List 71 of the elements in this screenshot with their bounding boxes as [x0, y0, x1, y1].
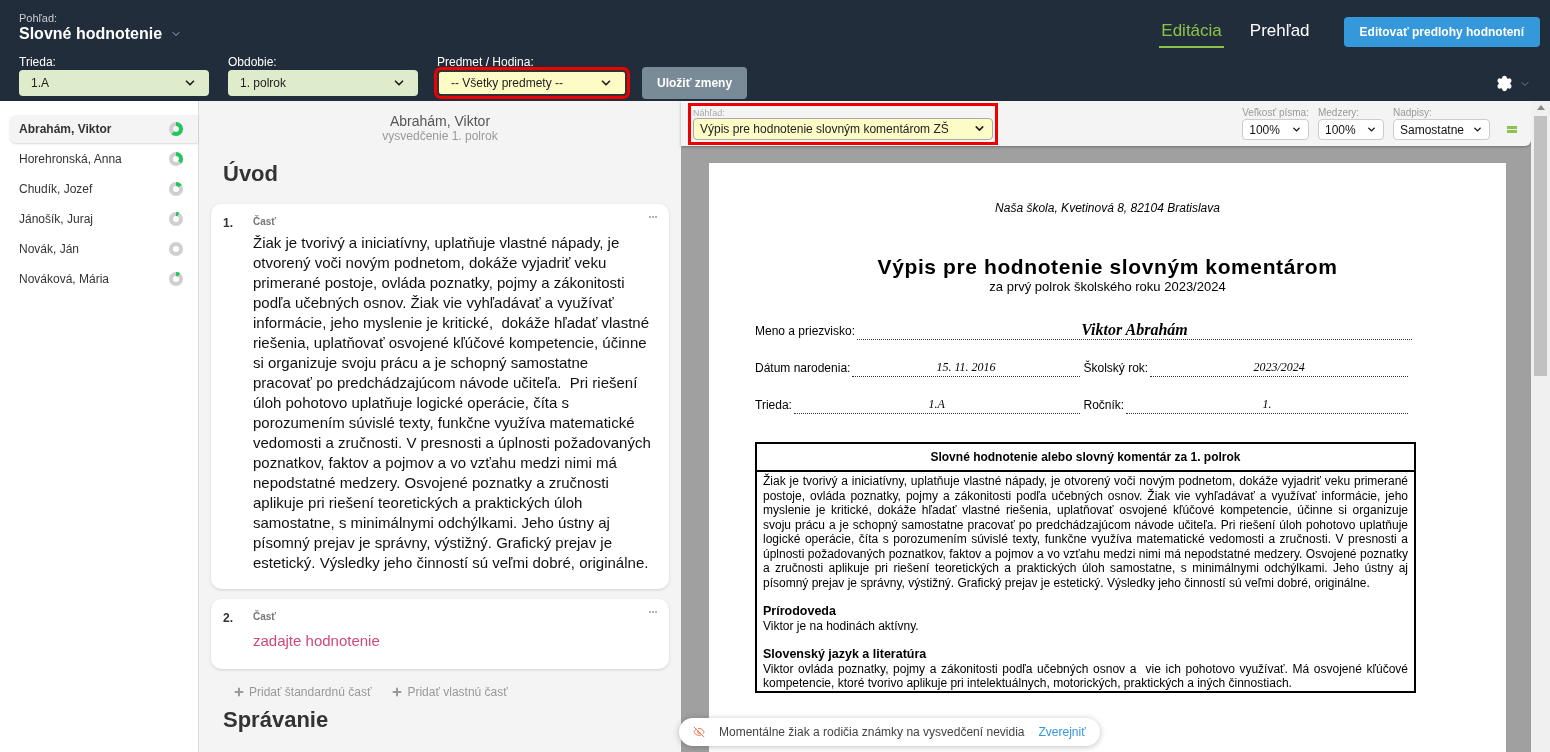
field-value: 2023/2024 [1150, 358, 1408, 377]
student-item[interactable]: Horehronská, Anna [10, 145, 198, 173]
field-label: Meno a priezvisko: [755, 323, 856, 340]
view-tab[interactable]: Prehľad [1247, 15, 1312, 48]
section-heading: Úvod [223, 160, 278, 188]
scrollbar-thumb[interactable] [1534, 116, 1547, 376]
option-label: Nadpisy: [1392, 107, 1433, 119]
progress-ring-icon [169, 152, 183, 166]
subject-heading: Slovenský jazyk a literatúra [763, 647, 928, 662]
chevron-icon [1472, 124, 1483, 135]
filter-label: Trieda: [19, 54, 57, 70]
field-label: Dátum narodenia: [755, 360, 851, 377]
plus-icon [391, 685, 404, 698]
field-value: 1. [1126, 395, 1408, 414]
filter-select[interactable]: 1. polrok [228, 70, 418, 96]
part-placeholder[interactable]: zadajte hodnotenie [253, 630, 657, 653]
school-address: Naša škola, Kvetinová 8, 82104 Bratislava [995, 200, 1220, 217]
student-name: Abrahám, Viktor [389, 113, 491, 129]
document-subtitle: za prvý polrok školského roku 2023/2024 [989, 279, 1226, 295]
student-item[interactable]: Jánošík, Juraj [10, 205, 198, 233]
subject-evaluation: Viktor ovláda poznatky, pojmy a zákonitosti podľa učebných osnov a vie ich pohotovo využívať. Má osvojené kľúčové kompetencie, ktoré tvorivo aplikuje pri intelektuálnych, motorických, praktických a iných činnostiach. [763, 661, 1408, 691]
option-label: Medzery: [1317, 107, 1361, 119]
field-label: Školský rok: [1083, 359, 1149, 377]
plus-icon [233, 685, 245, 698]
drag-handle-icon[interactable] [1507, 126, 1517, 133]
student-item[interactable]: Abrahám, Viktor [10, 115, 198, 143]
option-select[interactable]: 100% [1317, 119, 1384, 140]
eye-off-icon [693, 726, 705, 738]
field-value: 1.A [793, 395, 1080, 414]
field-value: 15. 11. 2016 [852, 358, 1080, 377]
toast-message: Momentálne žiak a rodičia známky na vysvedčení nevidia [719, 724, 1025, 741]
option-select[interactable]: Samostatne [1392, 119, 1490, 140]
settings-icon[interactable] [1496, 75, 1513, 92]
student-item[interactable]: Chudík, Jozef [10, 175, 198, 203]
view-label: Pohľad: [19, 12, 59, 24]
option-label: Veľkosť písma: [1242, 107, 1309, 119]
progress-ring-icon [169, 272, 183, 286]
section-heading: Správanie [223, 706, 330, 733]
view-tab[interactable]: Editácia [1159, 15, 1224, 48]
option-select[interactable]: 100% [1242, 119, 1309, 140]
student-item[interactable]: Nováková, Mária [10, 265, 198, 293]
field-label: Ročník: [1083, 397, 1125, 414]
filter-select[interactable]: -- Všetky predmety -- [437, 70, 627, 96]
save-button: Uložiť zmeny [642, 67, 748, 99]
progress-ring-icon [169, 182, 183, 196]
progress-ring-icon [169, 122, 183, 136]
filter-label: Predmet / Hodina: [437, 54, 535, 70]
filter-label: Obdobie: [228, 54, 278, 70]
part-text[interactable]: Žiak je tvorivý a iniciatívny, uplatňuje vlastné nápady, je otvorený voči novým podnetom, dokáže vyjadriť veku primerané postoje, ovláda poznatky, pojmy a zákonitosti podľa učebných osnov. Žiak vie vyhľadávať a využívať informácie, jeho myslenie je kritické, dokáže hľadať vlastné riešenia, uplatňovať osvojené kľúčové kompetencie, účinne si organizuje svoju prácu a je schopný samostatne pracovať po predchádzajúcom návode učiteľa. Pri riešení úloh pohotovo uplatňuje logické operácie, číta s porozumením súvislé texty, funkčne využíva matematické vedomosti a zručnosti. V presnosti a úplnosti požadovaných poznatkov, faktov a pojmov a vo vzťahu medzi nimi má nepodstatné medzery. Osvojené poznatky a zručnosti aplikuje pri riešení teoretických a praktických úloh samostatne, s minimálnymi odchýlkami. Jeho ústny aj písomný prejav je správny, výstižný. Grafický prejav je estetický. Výsledky jeho činností sú veľmi dobré, originálne. [253, 233, 651, 573]
preview-label: Náhľad: [693, 107, 726, 118]
progress-ring-icon [169, 242, 183, 256]
student-item[interactable]: Novák, Ján [10, 235, 198, 263]
scroll-up-icon[interactable] [1536, 105, 1545, 110]
part-number: 2. [223, 610, 234, 627]
template-select[interactable]: Výpis pre hodnotenie slovným komentárom ZŠ [693, 117, 993, 140]
document-title: Výpis pre hodnotenie slovným komentárom [877, 255, 1338, 279]
subject-evaluation: Viktor je na hodinách aktívny. [763, 618, 920, 633]
field-value: Viktor Abrahám [857, 321, 1412, 340]
part-label: Časť [253, 214, 277, 229]
part-number: 1. [223, 215, 234, 232]
report-subtitle: vysvedčenie 1. polrok [382, 129, 498, 143]
filter-select[interactable]: 1.A [19, 70, 209, 96]
field-label: Trieda: [755, 397, 792, 414]
evaluation-paragraph: Žiak je tvorivý a iniciatívny, uplatňuje vlastné nápady, je otvorený voči novým podnetom, dokáže vyjadriť veku primerané postoje, ovláda poznatky, pojmy a zákonitosti podľa učebných osnov. Žiak vie vyhľadávať a využívať informácie, jeho myslenie je kritické, dokáže hľadať vlastné riešenia, uplatňovať osvojené kľúčové kompetencie, účinne si organizuje svoju prácu a je schopný samostatne pracovať po predchádzajúcom návode učiteľa. Pri riešení úloh pohotovo uplatňuje logické operácie, číta s porozumením súvislé texty, funkčne využíva matematické vedomosti a zručnosti. V presnosti a úplnosti požadovaných poznatkov, faktov a pojmov a vo vzťahu medzi nimi má nepodstatné medzery. Osvojené poznatky a zručnosti aplikuje pri riešení teoretických a praktických úloh samostatne, s minimálnymi odchýlkami. Jeho ústny aj písomný prejav je správny, výstižný. Grafický prejav je estetický. Výsledky jeho činností sú veľmi dobré, originálne. [763, 474, 1408, 590]
view-switcher[interactable]: Slovné hodnotenie [19, 24, 183, 44]
table-heading: Slovné hodnotenie alebo slovný komentár za 1. polrok [757, 444, 1414, 472]
chevron-icon [1365, 124, 1377, 135]
subject-heading: Prírodoveda [763, 604, 837, 619]
chevron-icon [1290, 124, 1302, 135]
progress-ring-icon [169, 212, 183, 226]
part-label: Časť [253, 609, 277, 624]
